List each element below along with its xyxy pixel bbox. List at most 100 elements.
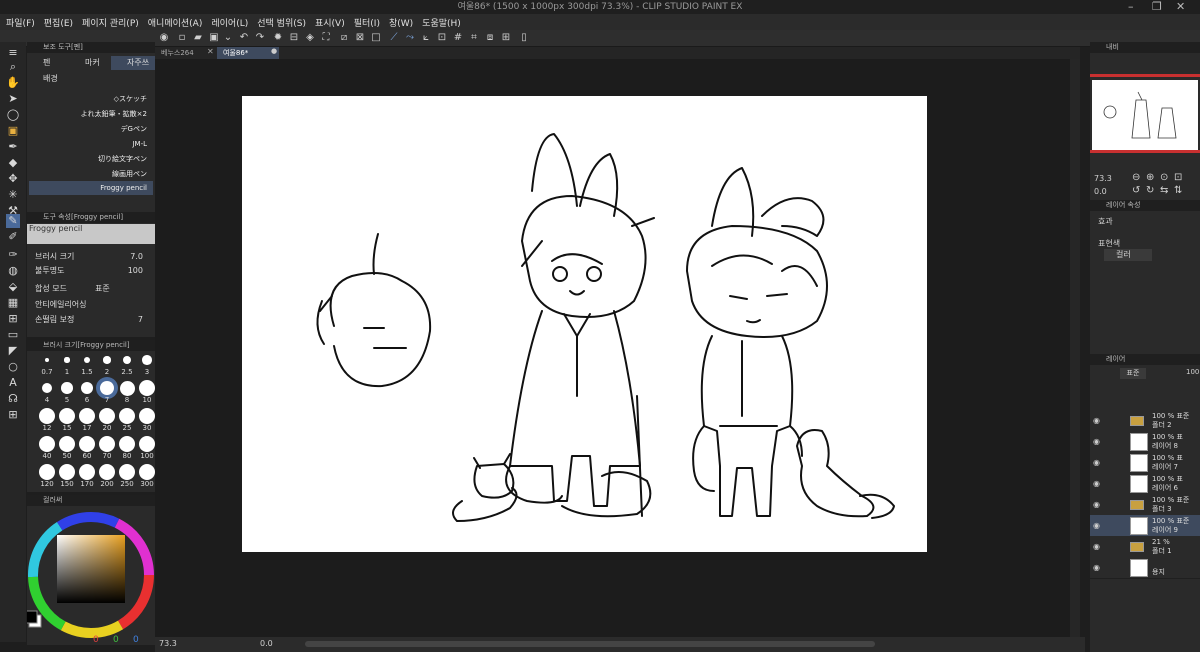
- minimize-icon[interactable]: –: [1128, 0, 1134, 14]
- brush-item[interactable]: よれ太鉛筆・拡散×2: [29, 107, 153, 121]
- clear-outside-icon[interactable]: ⊟: [288, 32, 300, 44]
- stabilization-row[interactable]: 손떨림 보정 7: [35, 313, 153, 326]
- visibility-eye-icon[interactable]: ◉: [1093, 437, 1100, 446]
- status-zoom[interactable]: 73.3: [159, 639, 177, 648]
- undo-icon[interactable]: ↶: [238, 32, 250, 44]
- correct-line-icon[interactable]: ⊞: [6, 408, 20, 422]
- close-icon[interactable]: ✕: [1176, 0, 1185, 14]
- balloon-icon[interactable]: ☊: [6, 392, 20, 406]
- visibility-eye-icon[interactable]: ◉: [1093, 542, 1100, 551]
- brush-size-dot[interactable]: [39, 436, 55, 452]
- menu-page[interactable]: 페이지 관리(P): [82, 16, 139, 29]
- brush-size-dot[interactable]: [99, 408, 115, 424]
- brush-size-dot[interactable]: [79, 408, 95, 424]
- brush-size-dot[interactable]: [139, 464, 155, 480]
- brush-item[interactable]: 切り絵文字ペン: [29, 152, 153, 166]
- visibility-eye-icon[interactable]: ◉: [1093, 479, 1100, 488]
- smartphone-icon[interactable]: ▯: [518, 32, 530, 44]
- layer-row[interactable]: ◉ 100 % 표 레이어 6: [1090, 473, 1200, 495]
- layer-row[interactable]: ◉ 100 % 표준 폴더 2: [1090, 410, 1200, 432]
- nav-zoom-value[interactable]: 73.3: [1094, 174, 1112, 183]
- brush-item[interactable]: デGペン: [29, 122, 153, 136]
- nav-rotate-value[interactable]: 0.0: [1094, 187, 1107, 196]
- brush-size-dot[interactable]: [119, 436, 135, 452]
- brush-size-dot[interactable]: [59, 464, 75, 480]
- brush-size-dot[interactable]: [41, 382, 53, 394]
- save-icon[interactable]: ▣: [208, 32, 220, 44]
- menu-animation[interactable]: 애니메이션(A): [148, 16, 203, 29]
- rotate-left-icon[interactable]: ↺: [1132, 185, 1140, 196]
- hand-icon[interactable]: ✋: [6, 76, 20, 90]
- eraser-icon[interactable]: ◆: [6, 156, 20, 170]
- fill-bucket-icon[interactable]: ⬙: [6, 280, 20, 294]
- brush-size-dot[interactable]: [119, 380, 135, 396]
- figure-icon[interactable]: ▭: [6, 328, 20, 342]
- brush-item[interactable]: ◇スケッチ: [29, 92, 153, 106]
- grid-icon[interactable]: #: [452, 32, 464, 44]
- fit-icon[interactable]: ⊡: [1174, 172, 1182, 183]
- deselect-icon[interactable]: ⧄: [338, 32, 350, 44]
- brush-size-dot[interactable]: [139, 380, 155, 396]
- menu-window[interactable]: 창(W): [389, 16, 413, 29]
- status-angle[interactable]: 0.0: [260, 639, 273, 648]
- invert-selection-icon[interactable]: ⊠: [354, 32, 366, 44]
- layer-row[interactable]: ◉ 용지: [1090, 557, 1200, 579]
- ruler-icon[interactable]: ⊡: [436, 32, 448, 44]
- brush-size-dot[interactable]: [39, 464, 55, 480]
- pencil-icon[interactable]: ✎: [6, 214, 20, 228]
- brush-size-dot[interactable]: [99, 464, 115, 480]
- menu-filter[interactable]: 필터(I): [354, 16, 380, 29]
- blend-mode-row[interactable]: 합성 모드 표준: [35, 282, 153, 295]
- flip-h-icon[interactable]: ⇆: [1160, 185, 1168, 196]
- gradient-icon[interactable]: ▦: [6, 296, 20, 310]
- auto-select-icon[interactable]: ✳: [6, 188, 20, 202]
- layer-opacity-value[interactable]: 100: [1186, 368, 1199, 376]
- shape-icon[interactable]: ○: [6, 360, 20, 374]
- maximize-icon[interactable]: ❐: [1152, 0, 1162, 14]
- brush-size-dot[interactable]: [80, 381, 94, 395]
- brush-size-dot[interactable]: [103, 356, 111, 364]
- subtool-tab-pen[interactable]: 펜: [27, 56, 69, 70]
- stabilization-value[interactable]: 7: [138, 313, 143, 326]
- navigator-preview[interactable]: [1092, 80, 1198, 150]
- text-icon[interactable]: A: [6, 376, 20, 390]
- visibility-eye-icon[interactable]: ◉: [1093, 416, 1100, 425]
- brush-size-dot[interactable]: [79, 464, 95, 480]
- brush-size-dot[interactable]: [64, 357, 70, 363]
- brush-size-dot[interactable]: [139, 408, 155, 424]
- brush-size-dot[interactable]: [99, 436, 115, 452]
- layer-blend-select[interactable]: 표준: [1120, 368, 1146, 379]
- brush-size-dot[interactable]: [61, 382, 73, 394]
- expression-color-select[interactable]: 컬러: [1104, 249, 1152, 261]
- menu-selection[interactable]: 선택 범위(S): [257, 16, 306, 29]
- blend-mode-value[interactable]: 표준: [95, 282, 110, 295]
- layer-row[interactable]: ◉ 21 % 폴더 1: [1090, 536, 1200, 558]
- brush-size-dot[interactable]: [45, 358, 49, 362]
- tab-close-icon[interactable]: ✕: [207, 47, 214, 56]
- frame-icon[interactable]: ⧈: [484, 32, 496, 44]
- frame-tool-icon[interactable]: ⊞: [6, 312, 20, 326]
- visibility-eye-icon[interactable]: ◉: [1093, 500, 1100, 509]
- show-selection-icon[interactable]: □: [370, 32, 382, 44]
- decoration-icon[interactable]: ✑: [6, 248, 20, 262]
- horizontal-scrollbar[interactable]: [305, 641, 875, 647]
- brush-size-row[interactable]: 브러시 크기 7.0: [35, 250, 153, 263]
- transform-icon[interactable]: ⛶: [320, 32, 332, 44]
- visibility-eye-icon[interactable]: ◉: [1093, 458, 1100, 467]
- brush-size-dot[interactable]: [139, 436, 155, 452]
- rotate-right-icon[interactable]: ↻: [1146, 185, 1154, 196]
- vertical-scrollbar[interactable]: [1070, 59, 1080, 637]
- menu-help[interactable]: 도움말(H): [422, 16, 461, 29]
- antialias-row[interactable]: 안티에일리어싱: [35, 298, 153, 311]
- operation-icon[interactable]: ➤: [6, 92, 20, 106]
- pen-icon[interactable]: ✒: [6, 140, 20, 154]
- frame-border-icon[interactable]: ⊞: [500, 32, 512, 44]
- brush-size-dot[interactable]: [100, 381, 114, 395]
- brush-size-dot[interactable]: [119, 464, 135, 480]
- zoom-out-icon[interactable]: ⊖: [1132, 172, 1140, 183]
- brush-item[interactable]: JM-L: [29, 137, 153, 151]
- subtool-tab-marker[interactable]: 마커: [69, 56, 111, 70]
- brush-size-value[interactable]: 7.0: [130, 250, 143, 263]
- opacity-value[interactable]: 100: [128, 264, 143, 277]
- brush-size-dot[interactable]: [39, 408, 55, 424]
